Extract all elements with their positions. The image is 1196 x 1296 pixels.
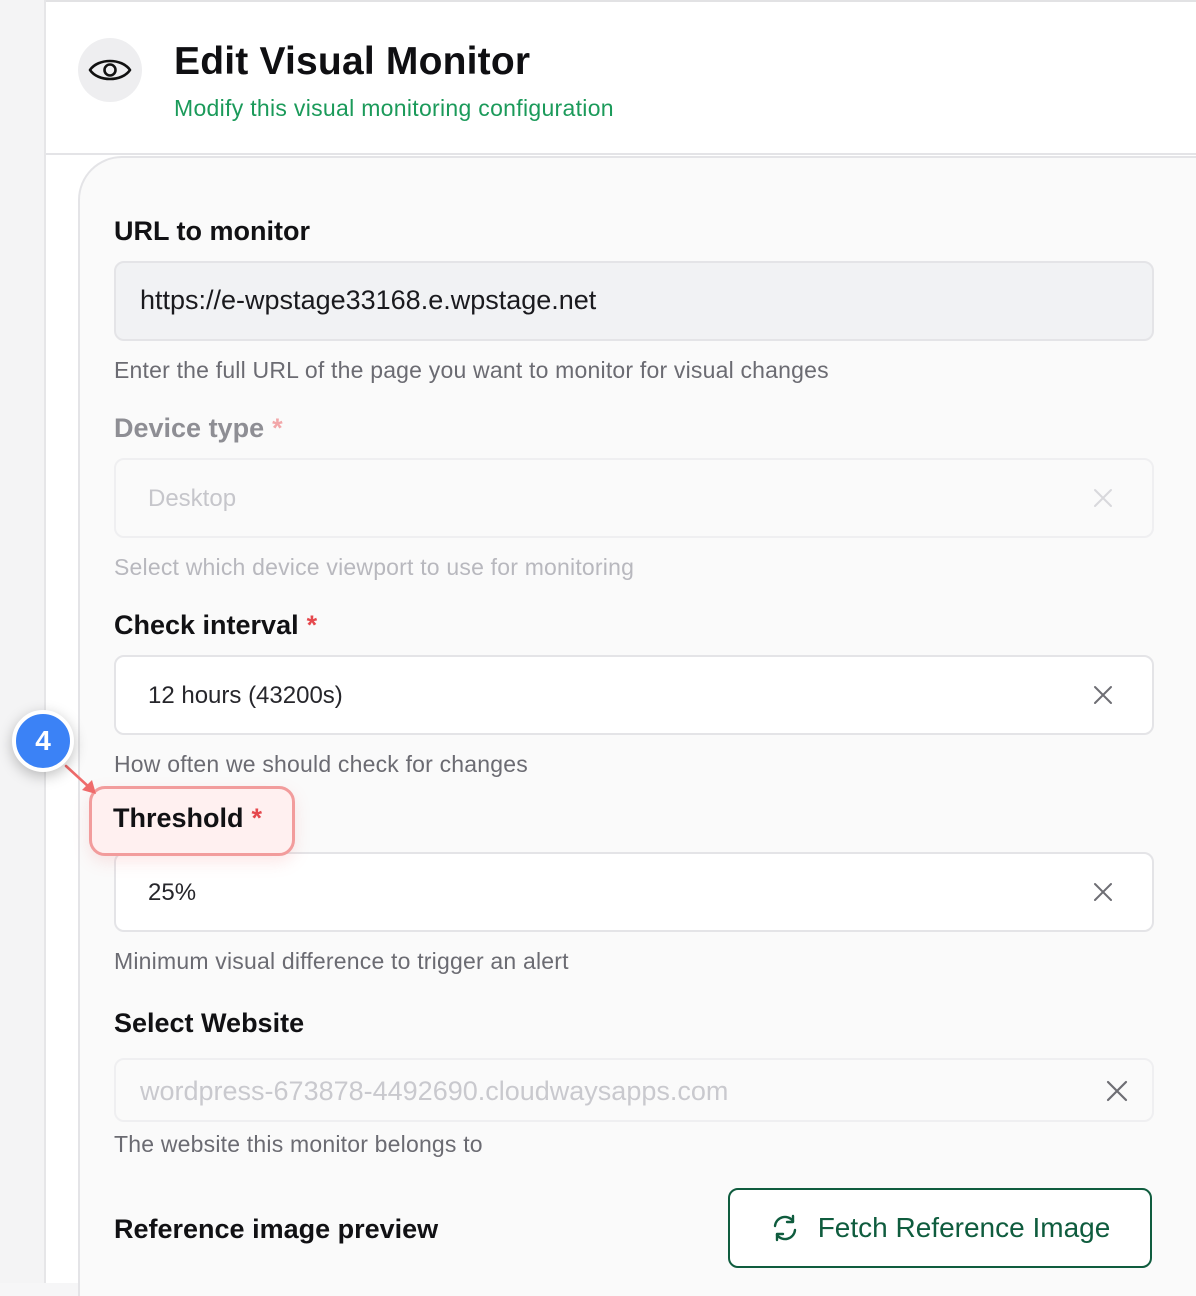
threshold-label: Threshold * (113, 803, 262, 834)
url-label: URL to monitor (114, 216, 310, 246)
threshold-select[interactable]: 25% (114, 852, 1154, 932)
required-mark: * (251, 803, 263, 833)
check-interval-select[interactable]: 12 hours (43200s) (114, 655, 1154, 735)
step-pointer-arrow (64, 764, 96, 794)
url-help-text: Enter the full URL of the page you want … (114, 357, 829, 383)
url-input-value: https://e-wpstage33168.e.wpstage.net (140, 285, 597, 315)
url-input[interactable]: https://e-wpstage33168.e.wpstage.net (114, 261, 1154, 341)
required-mark: * (306, 610, 318, 640)
threshold-value: 25% (148, 879, 197, 906)
required-mark: * (272, 413, 283, 443)
page-subtitle: Modify this visual monitoring configurat… (174, 95, 614, 121)
check-interval-label: Check interval * (114, 610, 317, 641)
reference-image-label: Reference image preview (114, 1214, 439, 1244)
website-select[interactable]: wordpress-673878-4492690.cloudwaysapps.c… (114, 1058, 1154, 1122)
website-value: wordpress-673878-4492690.cloudwaysapps.c… (140, 1076, 729, 1106)
device-type-select[interactable]: Desktop (114, 458, 1154, 538)
device-type-label-text: Device type (114, 413, 265, 443)
check-interval-help-text: How often we should check for changes (114, 751, 528, 777)
refresh-icon (770, 1213, 800, 1243)
close-icon[interactable] (1106, 1080, 1128, 1102)
eye-icon (78, 38, 142, 102)
threshold-help-text: Minimum visual difference to trigger an … (114, 948, 569, 974)
edit-monitor-panel: Edit Visual Monitor Modify this visual m… (46, 0, 1196, 1296)
left-rail (0, 0, 46, 1283)
fetch-reference-image-label: Fetch Reference Image (817, 1212, 1111, 1243)
device-type-help-text: Select which device viewport to use for … (114, 554, 635, 580)
website-help-text: The website this monitor belongs to (114, 1131, 483, 1157)
check-interval-value: 12 hours (43200s) (148, 682, 343, 709)
select-website-label: Select Website (114, 1008, 305, 1038)
page-title: Edit Visual Monitor (174, 40, 531, 83)
close-icon[interactable] (1092, 881, 1114, 903)
close-icon[interactable] (1092, 487, 1114, 509)
step-badge: 4 (12, 710, 74, 772)
form-card: URL to monitor https://e-wpstage33168.e.… (78, 156, 1196, 1296)
close-icon[interactable] (1092, 684, 1114, 706)
device-type-value: Desktop (148, 485, 237, 512)
threshold-label-text: Threshold (113, 803, 244, 833)
fetch-reference-image-button[interactable]: Fetch Reference Image (728, 1188, 1152, 1268)
panel-header: Edit Visual Monitor Modify this visual m… (46, 2, 1196, 155)
device-type-label: Device type * (114, 413, 283, 444)
check-interval-label-text: Check interval (114, 610, 299, 640)
